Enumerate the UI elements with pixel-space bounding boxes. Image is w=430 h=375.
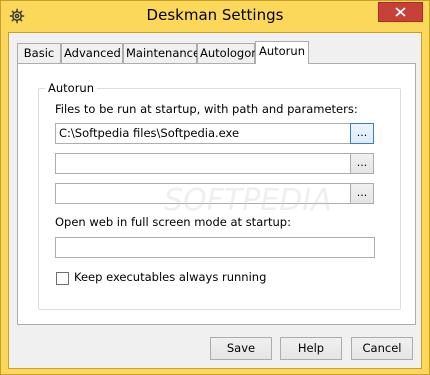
startup-file-field-2[interactable] [55, 153, 357, 174]
web-label: Open web in full screen mode at startup: [55, 215, 291, 229]
title-bar[interactable]: Deskman Settings [1, 1, 429, 31]
close-button[interactable] [378, 2, 423, 22]
tab-label: Autorun [258, 44, 305, 58]
startup-file-field-3[interactable] [55, 183, 357, 204]
browse-button-1[interactable]: ... [350, 123, 374, 144]
tab-autologon[interactable]: Autologon [197, 43, 259, 63]
files-label: Files to be run at startup, with path an… [55, 102, 358, 116]
autorun-groupbox: Autorun Files to be run at startup, with… [38, 81, 401, 310]
dialog-client-area: Basic Advanced Maintenance Autologon Aut… [8, 32, 422, 369]
tab-autorun[interactable]: Autorun [255, 41, 309, 64]
browse-button-2[interactable]: ... [350, 153, 374, 174]
cancel-button[interactable]: Cancel [351, 337, 413, 360]
save-button[interactable]: Save [210, 337, 272, 360]
tab-label: Advanced [64, 46, 121, 60]
startup-file-field-1[interactable]: C:\Softpedia files\Softpedia.exe [55, 123, 357, 144]
settings-window: Deskman Settings Basic Advanced Maintena… [0, 0, 430, 375]
tab-advanced[interactable]: Advanced [61, 43, 123, 63]
fullscreen-web-field[interactable] [55, 237, 375, 258]
close-icon [395, 7, 406, 17]
group-title: Autorun [45, 81, 98, 95]
browse-button-3[interactable]: ... [350, 183, 374, 204]
tab-basic[interactable]: Basic [17, 43, 61, 63]
tab-maintenance[interactable]: Maintenance [123, 43, 201, 63]
keep-running-checkbox[interactable] [56, 272, 69, 285]
autorun-tab-panel: Autorun Files to be run at startup, with… [17, 63, 416, 325]
tab-label: Autologon [200, 46, 259, 60]
help-button[interactable]: Help [280, 337, 342, 360]
tab-label: Maintenance [126, 46, 201, 60]
keep-running-label[interactable]: Keep executables always running [74, 270, 266, 284]
tab-label: Basic [23, 46, 55, 60]
window-title: Deskman Settings [146, 6, 284, 24]
